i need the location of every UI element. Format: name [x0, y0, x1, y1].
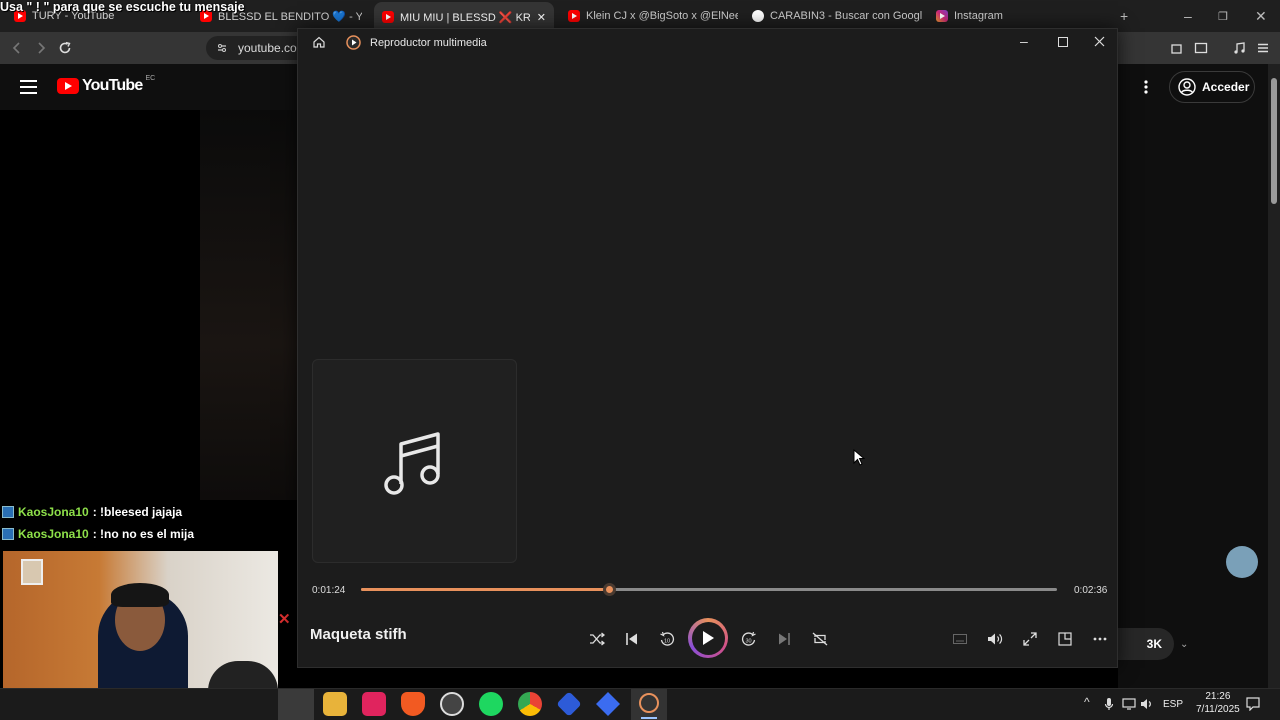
more-options-button[interactable] [1086, 625, 1114, 653]
forward-icon[interactable] [34, 41, 48, 55]
music-note-icon [384, 432, 440, 495]
extensions-icon[interactable] [1170, 41, 1184, 55]
next-icon [779, 633, 790, 645]
chevron-up-icon[interactable]: ^ [1084, 695, 1090, 709]
close-window-icon[interactable]: ✕ [1255, 8, 1267, 25]
youtube-page-background: 3K ⌄ [1088, 110, 1268, 688]
close-tab-icon[interactable]: ✕ [537, 11, 546, 24]
volume-icon [988, 633, 1003, 645]
account-icon [1178, 78, 1196, 96]
previous-icon [626, 633, 637, 645]
repeat-off-icon [812, 632, 828, 646]
youtube-favicon-icon [382, 11, 394, 23]
compact-view-icon [1058, 632, 1072, 646]
site-info-icon[interactable] [216, 42, 228, 54]
close-icon: ✕ [278, 611, 291, 628]
language-indicator[interactable]: ESP [1163, 699, 1183, 710]
expand-icon [1023, 632, 1037, 646]
hamburger-menu-icon[interactable] [20, 80, 37, 94]
maximize-icon[interactable] [1058, 37, 1068, 47]
app-title: Reproductor multimedia [370, 37, 487, 49]
scrollbar-thumb[interactable] [1271, 78, 1277, 204]
shuffle-icon [590, 632, 605, 646]
svg-text:30: 30 [746, 639, 752, 645]
file-explorer-icon[interactable] [323, 692, 347, 716]
network-icon[interactable] [1122, 698, 1136, 710]
media-player-taskbar-button[interactable] [631, 689, 667, 720]
minimize-icon[interactable]: – [1184, 8, 1192, 24]
fast-forward-icon: 30 [741, 631, 756, 646]
total-time: 0:02:36 [1074, 585, 1108, 596]
more-options-icon [1093, 637, 1107, 641]
mouse-cursor-icon [853, 449, 865, 466]
forward-30-button[interactable]: 30 [735, 625, 763, 653]
tab-carabin3[interactable]: CARABIN3 - Buscar con Google [752, 4, 922, 28]
tiktok-icon[interactable] [362, 692, 386, 716]
current-time: 0:01:24 [312, 585, 346, 596]
chat-message: KaosJona10 : !no no es el mija [2, 527, 194, 541]
stream-overlay-message: Usa " ! " para que se escuche tu mensaje [0, 0, 245, 14]
previous-button[interactable] [618, 625, 646, 653]
chrome-icon[interactable] [518, 692, 542, 716]
fullscreen-button[interactable] [1016, 625, 1044, 653]
back-icon[interactable] [10, 41, 24, 55]
youtube-logo[interactable]: YouTube EC [57, 75, 155, 95]
media-player-window: Reproductor multimedia – 0:01:24 0:02:36… [297, 28, 1118, 668]
next-button[interactable] [770, 625, 798, 653]
instagram-favicon-icon [936, 10, 948, 22]
search-box[interactable] [278, 689, 314, 720]
chat-badge-icon [2, 506, 14, 518]
avatar[interactable] [1226, 546, 1258, 578]
seek-bar-progress [361, 588, 610, 591]
tab-instagram[interactable]: Instagram [936, 4, 1046, 28]
shuffle-button[interactable] [583, 625, 611, 653]
home-icon[interactable] [312, 35, 326, 49]
play-icon [703, 631, 714, 645]
spotify-icon[interactable] [479, 692, 503, 716]
cast-button[interactable] [1051, 625, 1079, 653]
repeat-button[interactable] [806, 625, 834, 653]
video-player-area[interactable] [200, 110, 297, 500]
menu-icon[interactable] [1256, 41, 1270, 55]
sidebar-icon[interactable] [1194, 41, 1208, 55]
chevron-down-icon[interactable]: ⌄ [1180, 628, 1208, 660]
song-title: Maqueta stifh [310, 626, 407, 643]
brave-icon[interactable] [401, 692, 425, 716]
album-art-placeholder [312, 359, 517, 563]
more-options-icon[interactable] [1142, 79, 1150, 95]
svg-text:10: 10 [664, 639, 670, 645]
new-tab-icon[interactable]: + [1120, 8, 1128, 24]
volume-icon[interactable] [1140, 698, 1154, 710]
restore-icon[interactable]: ❐ [1218, 10, 1228, 23]
volume-button[interactable] [981, 625, 1009, 653]
media-control-icon[interactable] [1232, 41, 1246, 55]
youtube-favicon-icon [568, 10, 580, 22]
minimize-icon[interactable]: – [1020, 33, 1028, 49]
obs-icon[interactable] [440, 692, 464, 716]
media-player-app-icon [346, 35, 361, 50]
signin-button[interactable]: Acceder [1169, 71, 1255, 103]
chat-badge-icon [2, 528, 14, 540]
close-window-icon[interactable] [1094, 36, 1105, 47]
miniplayer-button[interactable] [946, 625, 974, 653]
caption-icon [953, 634, 967, 644]
seek-bar[interactable] [361, 583, 1057, 596]
microphone-icon[interactable] [1104, 697, 1114, 711]
notifications-icon[interactable] [1246, 697, 1260, 711]
youtube-play-logo-icon [57, 78, 79, 94]
reload-icon[interactable] [58, 41, 72, 55]
rewind-icon: 10 [660, 631, 675, 646]
seek-bar-thumb[interactable] [602, 583, 616, 596]
chat-message: KaosJona10 : !bleesed jajaja [2, 505, 182, 519]
google-favicon-icon [752, 10, 764, 22]
tab-klein[interactable]: Klein CJ x @BigSoto x @ElNeeus [568, 4, 738, 28]
rewind-10-button[interactable]: 10 [653, 625, 681, 653]
play-button[interactable] [688, 618, 728, 658]
system-clock[interactable]: 21:26 7/11/2025 [1196, 690, 1240, 716]
